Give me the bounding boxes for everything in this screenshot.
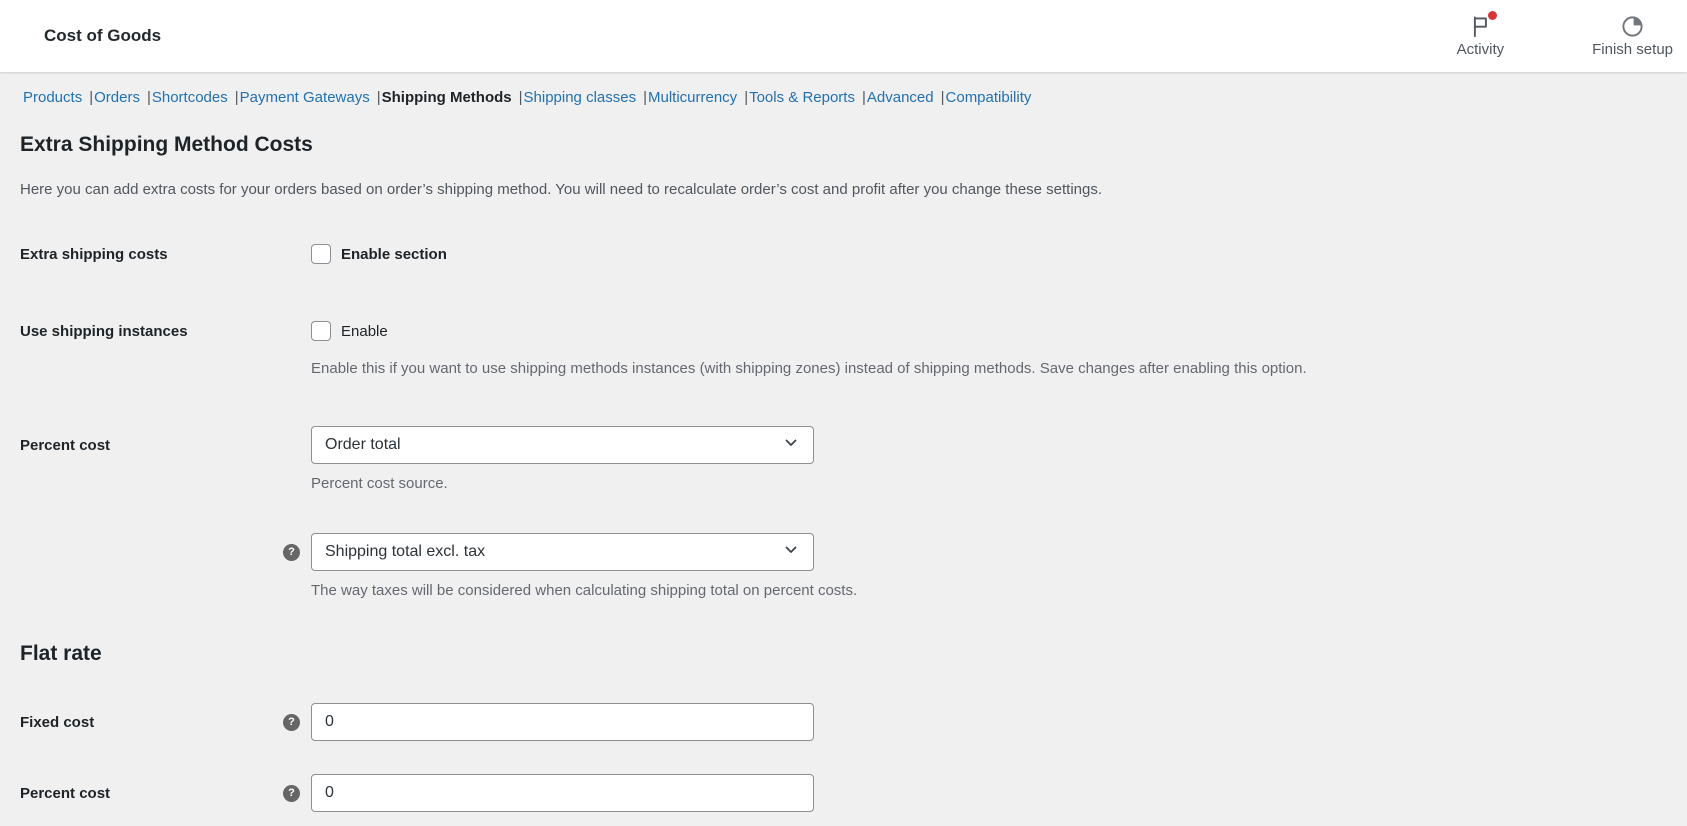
flat-rate-title: Flat rate — [20, 642, 102, 665]
help-glyph: ? — [288, 715, 295, 728]
section-title: Extra Shipping Method Costs — [20, 133, 313, 156]
settings-tabs: Products |Orders |Shortcodes |Payment Gatew… — [0, 72, 1687, 108]
tab-tools-reports[interactable]: Tools & Reports — [749, 89, 855, 106]
use-instances-checkbox-label: Enable — [341, 322, 388, 340]
tab-multicurrency[interactable]: Multicurrency — [648, 89, 737, 106]
extra-shipping-costs-label: Extra shipping costs — [20, 245, 168, 263]
help-glyph: ? — [288, 786, 295, 799]
tab-payment-gateways[interactable]: Payment Gateways — [240, 89, 370, 106]
nav-separator: | — [744, 89, 749, 106]
chevron-down-icon — [783, 542, 799, 563]
nav-separator: | — [234, 89, 239, 106]
tab-products[interactable]: Products — [23, 89, 82, 106]
use-shipping-instances-label: Use shipping instances — [20, 322, 188, 340]
app-window: Cost of Goods Activity Finish setup Prod… — [0, 0, 1687, 812]
nav-separator: | — [940, 89, 945, 106]
help-glyph: ? — [288, 545, 295, 558]
header-bar: Cost of Goods Activity Finish setup — [0, 0, 1687, 72]
shipping-tax-select[interactable]: Shipping total excl. tax — [311, 533, 814, 571]
percent-cost-source-description: Percent cost source. — [311, 475, 448, 492]
use-instances-checkbox[interactable] — [311, 321, 331, 341]
use-shipping-instances-description: Enable this if you want to use shipping … — [311, 360, 1307, 377]
help-slot: ? — [283, 543, 311, 561]
fixed-cost-input[interactable] — [311, 703, 814, 741]
notification-dot — [1487, 10, 1497, 20]
finish-setup-button[interactable]: Finish setup — [1588, 7, 1677, 66]
header-actions: Activity Finish setup — [1453, 7, 1677, 66]
enable-section-checkbox[interactable] — [311, 244, 331, 264]
nav-separator: | — [89, 89, 94, 106]
tab-compatibility[interactable]: Compatibility — [946, 89, 1032, 106]
help-icon[interactable]: ? — [283, 784, 300, 802]
fixed-cost-row: Fixed cost ? — [20, 703, 1663, 741]
help-icon[interactable]: ? — [283, 543, 300, 561]
fixed-cost-label: Fixed cost — [20, 713, 95, 731]
percent-cost-source-select[interactable]: Order total — [311, 426, 814, 464]
help-slot: ? — [283, 713, 311, 731]
activity-label: Activity — [1456, 40, 1505, 58]
shipping-tax-value: Shipping total excl. tax — [325, 543, 486, 560]
tab-advanced[interactable]: Advanced — [867, 89, 934, 106]
help-slot: ? — [283, 784, 311, 802]
percent-cost-source-value: Order total — [325, 436, 401, 453]
chevron-down-icon — [783, 435, 799, 456]
flat-percent-cost-input[interactable] — [311, 774, 814, 812]
nav-separator: | — [861, 89, 866, 106]
tab-shipping-methods[interactable]: Shipping Methods — [382, 89, 512, 106]
use-instances-option[interactable]: Enable — [311, 321, 388, 341]
flag-icon — [1467, 10, 1497, 40]
activity-button[interactable]: Activity — [1453, 7, 1509, 66]
page-title: Cost of Goods — [44, 26, 162, 45]
shipping-tax-description: The way taxes will be considered when ca… — [311, 582, 858, 599]
use-shipping-instances-row: Use shipping instances Enable — [20, 321, 1663, 341]
nav-separator: | — [146, 89, 151, 106]
flat-percent-cost-label: Percent cost — [20, 784, 111, 802]
nav-separator: | — [518, 89, 523, 106]
tab-shortcodes[interactable]: Shortcodes — [152, 89, 228, 106]
enable-section-checkbox-label: Enable section — [341, 245, 447, 263]
shipping-tax-row: ? Shipping total excl. tax — [20, 533, 1663, 571]
tab-shipping-classes[interactable]: Shipping classes — [524, 89, 637, 106]
help-icon[interactable]: ? — [283, 713, 300, 731]
extra-shipping-costs-row: Extra shipping costs Enable section — [20, 244, 1663, 264]
percent-cost-row: Percent cost Order total — [20, 426, 1663, 464]
enable-section-option[interactable]: Enable section — [311, 244, 447, 264]
settings-content: Extra Shipping Method Costs Here you can… — [0, 132, 1687, 812]
percent-cost-label: Percent cost — [20, 436, 111, 454]
flat-percent-cost-row: Percent cost ? — [20, 774, 1663, 812]
section-description: Here you can add extra costs for your or… — [20, 181, 1103, 198]
finish-setup-label: Finish setup — [1592, 40, 1673, 58]
nav-separator: | — [376, 89, 381, 106]
progress-pie-icon — [1619, 13, 1646, 40]
tab-orders[interactable]: Orders — [94, 89, 140, 106]
nav-separator: | — [643, 89, 647, 106]
